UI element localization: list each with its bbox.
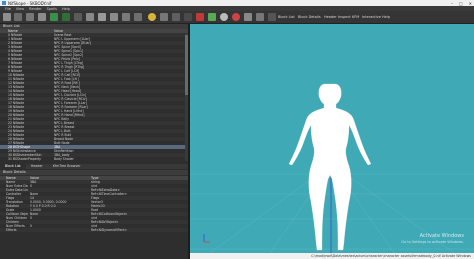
lighting-icon[interactable] [160, 13, 168, 21]
block-details-table: Name Value Type Name 3BA string Num Extra D… [0, 176, 188, 232]
view-top-icon[interactable] [110, 13, 118, 21]
walk-icon[interactable] [122, 13, 130, 21]
toolbar-kfm[interactable]: KFM [352, 15, 359, 19]
box-green-icon[interactable] [50, 13, 58, 21]
light-icon[interactable] [148, 13, 156, 21]
view-side-icon[interactable] [98, 13, 106, 21]
activation-watermark-sub: Go to Settings to activate Windows. [401, 240, 464, 244]
box-dark-green-icon[interactable] [62, 13, 70, 21]
pose-icon[interactable] [134, 13, 142, 21]
detail-value-cell[interactable] [28, 228, 89, 232]
toolbar-block-details[interactable]: Block Details [298, 15, 321, 19]
block-detail-row[interactable]: Effects Ref<NiDynamicEffect> [0, 228, 188, 232]
toolbar-inspect[interactable]: Inspect [338, 15, 351, 19]
collision-icon[interactable] [196, 13, 204, 21]
save-icon[interactable] [14, 13, 22, 21]
pin-icon[interactable] [268, 13, 276, 21]
block-list-row[interactable]: 31 BSShaderProperty Body Shader [0, 157, 188, 161]
status-bar: C:\mod\mod\Data\meshes\actors\character\… [190, 253, 474, 259]
left-panel: Block List Name Value 0 NiNode Scene Root… [0, 24, 188, 259]
render-viewport[interactable]: Activate Windows Go to Settings to activ… [190, 24, 474, 253]
zoom-icon[interactable] [38, 13, 46, 21]
record-icon[interactable] [220, 13, 228, 21]
stop-icon[interactable] [232, 13, 240, 21]
maximize-icon[interactable]: □ [459, 1, 463, 6]
tab-kfmtree-browser[interactable]: KfmTree Browser [48, 164, 86, 169]
block-id-cell: 31 BSShaderProperty [8, 157, 42, 161]
block-name-cell: Body Shader [54, 157, 74, 161]
toolbar-interactive-help[interactable]: Interactive Help [362, 15, 390, 19]
window-title: NifSkope - SKBODY.nif [8, 0, 52, 6]
load-icon[interactable] [3, 13, 11, 21]
view-front-icon[interactable] [86, 13, 94, 21]
detail-type-cell: Ref<NiDynamicEffect> [91, 228, 127, 232]
toolbar-block-list[interactable]: Block List [278, 15, 295, 19]
app-icon [2, 1, 6, 5]
constraint-icon[interactable] [208, 13, 216, 21]
menu-view[interactable]: View [16, 7, 24, 11]
grid-icon[interactable] [26, 13, 34, 21]
rotate-icon[interactable] [244, 13, 252, 21]
close-icon[interactable]: ✕ [469, 1, 472, 6]
menu-render[interactable]: Render [29, 7, 41, 11]
panel-tabs: Block List Header KfmTree Browser [0, 164, 188, 169]
camera-icon[interactable] [256, 13, 264, 21]
menu-help[interactable]: Help [62, 7, 70, 11]
viewport-canvas[interactable] [190, 24, 474, 253]
menu-spells[interactable]: Spells [47, 7, 57, 11]
toolbar: Block List Block Details Header Inspect … [0, 11, 474, 24]
block-list-table: Name Value 0 NiNode Scene Root 1 NiNode NPC… [0, 29, 188, 161]
detail-name-cell: Effects [6, 228, 17, 232]
textures-icon[interactable] [172, 13, 180, 21]
tab-block-list[interactable]: Block List [0, 164, 26, 169]
activation-watermark-title: Activate Windows [419, 233, 464, 239]
wireframe-icon[interactable] [184, 13, 192, 21]
menu-file[interactable]: File [5, 7, 11, 11]
block-details-header: Block Details [0, 170, 188, 175]
cube-icon[interactable] [74, 13, 82, 21]
toolbar-header[interactable]: Header [324, 15, 337, 19]
tab-header[interactable]: Header [26, 164, 48, 169]
body-mesh[interactable] [288, 83, 372, 251]
minimize-icon[interactable]: – [451, 1, 453, 6]
